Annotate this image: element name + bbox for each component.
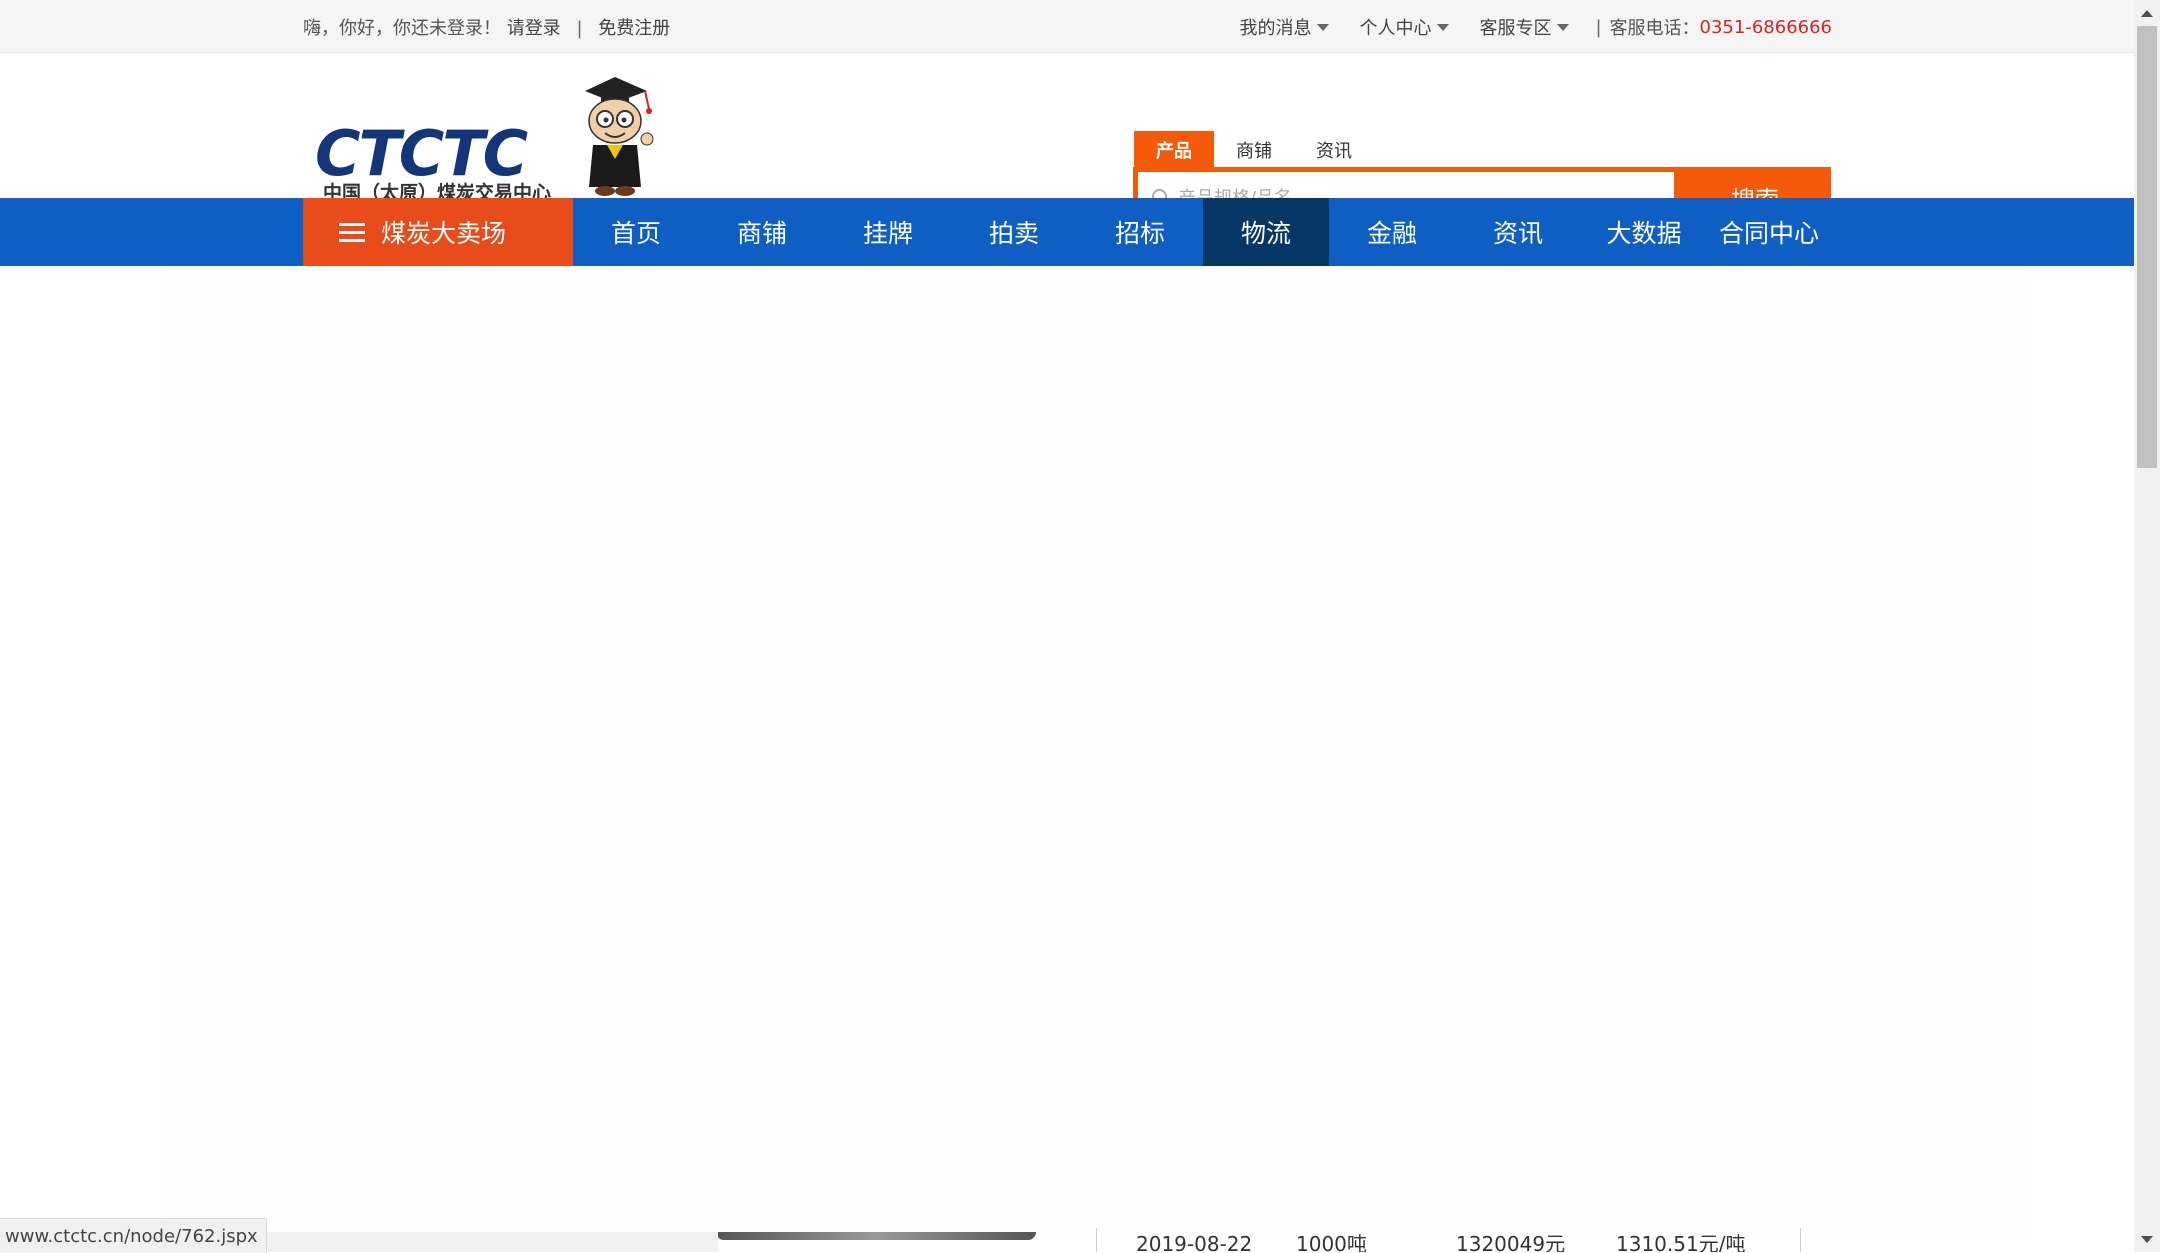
topbar-menu: 我的消息 个人中心 客服专区 | 客服电话： 0351-6866666 — [1209, 14, 1832, 40]
nav-item-big-data[interactable]: 大数据 — [1581, 198, 1707, 266]
nav-item-news[interactable]: 资讯 — [1455, 198, 1581, 266]
login-prompt: 嗨，你好，你还未登录！ 请登录 | 免费注册 — [303, 14, 670, 40]
nav-item-contract-center[interactable]: 合同中心 — [1707, 198, 1831, 266]
scrollbar-thumb[interactable] — [2137, 26, 2157, 468]
nav-item-home[interactable]: 首页 — [573, 198, 699, 266]
phone-label: 客服电话： — [1609, 18, 1700, 39]
table-row: 2019-08-22 1000吨 1320049元 1310.51元/吨 — [1136, 1228, 1776, 1252]
phone-number: 0351-6866666 — [1699, 16, 1832, 38]
my-messages-dropdown[interactable]: 我的消息 — [1239, 14, 1330, 40]
phone-separator: | — [1595, 16, 1602, 38]
customer-service-label: 客服专区 — [1479, 18, 1552, 39]
nav-item-auction[interactable]: 拍卖 — [951, 198, 1077, 266]
search-tab-shop[interactable]: 商铺 — [1214, 131, 1294, 167]
register-link[interactable]: 免费注册 — [598, 18, 670, 39]
partial-image — [716, 1232, 1036, 1240]
nav-item-listing[interactable]: 挂牌 — [825, 198, 951, 266]
menu-icon — [339, 218, 365, 247]
divider — [1800, 1228, 1801, 1252]
nav-items: 首页 商铺 挂牌 拍卖 招标 物流 金融 资讯 大数据 合同中心 — [573, 198, 1831, 266]
caret-down-icon — [1317, 23, 1330, 31]
search-tab-product[interactable]: 产品 — [1134, 131, 1214, 167]
mascot-icon — [585, 77, 654, 196]
greeting-text: 嗨，你好，你还未登录！ — [303, 18, 501, 39]
personal-center-dropdown[interactable]: 个人中心 — [1359, 14, 1450, 40]
cell-price: 1310.51元/吨 — [1616, 1232, 1746, 1252]
main-content — [165, 266, 2027, 1236]
main-nav: 煤炭大卖场 首页 商铺 挂牌 拍卖 招标 物流 金融 资讯 大数据 合同中心 — [0, 198, 2134, 266]
nav-item-logistics[interactable]: 物流 — [1203, 198, 1329, 266]
top-utility-bar: 嗨，你好，你还未登录！ 请登录 | 免费注册 我的消息 个人中心 客服专区 | … — [0, 0, 2134, 53]
search-tabs: 产品 商铺 资讯 — [1134, 129, 1374, 167]
site-header: CTCTC 中国（太原）煤炭交易中心 产品 商铺 资讯 产品规格/品名 — [0, 53, 2134, 227]
caret-down-icon — [1437, 23, 1450, 31]
login-link[interactable]: 请登录 — [507, 18, 561, 39]
customer-service-dropdown[interactable]: 客服专区 — [1479, 14, 1570, 40]
browser-status-bar: www.ctctc.cn/node/762.jspx — [0, 1218, 267, 1253]
scroll-up-icon[interactable] — [2134, 0, 2160, 26]
coal-market-label: 煤炭大卖场 — [381, 219, 507, 248]
personal-center-label: 个人中心 — [1359, 18, 1432, 39]
status-url: www.ctctc.cn/node/762.jspx — [5, 1225, 258, 1247]
separator: | — [576, 18, 583, 39]
nav-item-bidding[interactable]: 招标 — [1077, 198, 1203, 266]
cell-amount: 1320049元 — [1456, 1232, 1566, 1252]
scroll-down-icon[interactable] — [2134, 1226, 2160, 1252]
nav-item-finance[interactable]: 金融 — [1329, 198, 1455, 266]
divider — [1096, 1228, 1097, 1252]
cell-quantity: 1000吨 — [1296, 1232, 1367, 1252]
vertical-scrollbar[interactable] — [2134, 0, 2160, 1252]
coal-market-button[interactable]: 煤炭大卖场 — [303, 198, 573, 266]
cell-date: 2019-08-22 — [1136, 1232, 1253, 1252]
caret-down-icon — [1557, 23, 1570, 31]
search-tab-news[interactable]: 资讯 — [1294, 131, 1374, 167]
my-messages-label: 我的消息 — [1239, 18, 1312, 39]
nav-item-shops[interactable]: 商铺 — [699, 198, 825, 266]
